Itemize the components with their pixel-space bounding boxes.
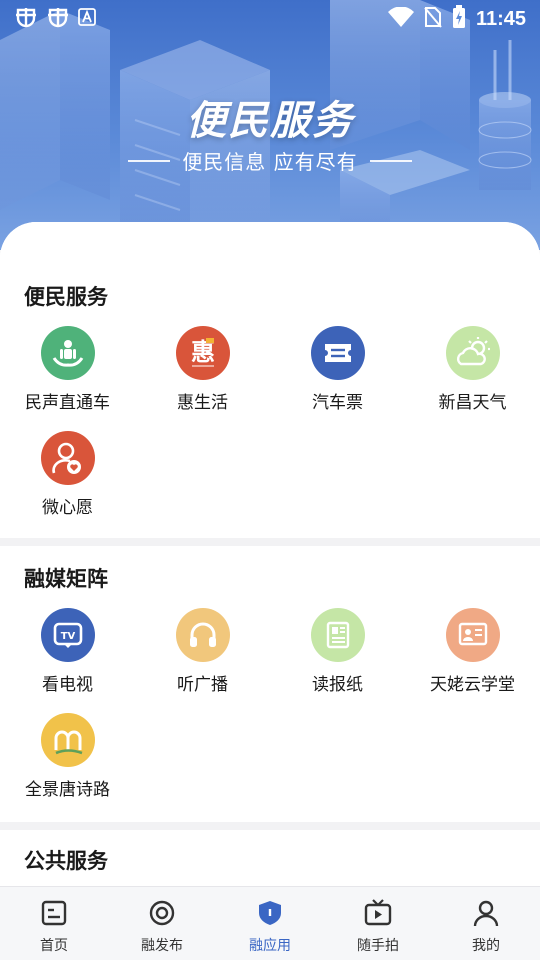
classroom-board-icon — [445, 608, 500, 662]
headphones-icon — [175, 608, 230, 662]
tab-label: 首页 — [40, 938, 68, 954]
tab-apps[interactable]: 融应用 — [216, 887, 324, 960]
bus-ticket-icon — [310, 326, 365, 380]
tv-icon: TV — [40, 608, 95, 662]
section-divider — [0, 538, 540, 546]
grid-item-bus-ticket[interactable]: 汽车票 — [270, 326, 405, 413]
section-public-services: 公共服务 — [0, 830, 540, 886]
hero-banner: 11:45 便民服务 便民信息 应有尽有 — [0, 0, 540, 250]
grid-item-minsheng[interactable]: 民声直通车 — [0, 326, 135, 413]
status-bar: 11:45 — [0, 0, 540, 38]
status-time: 11:45 — [475, 7, 526, 30]
home-doc-icon — [40, 899, 68, 931]
grid-item-huishenghuo[interactable]: 惠 惠生活 — [135, 326, 270, 413]
section-title: 便民服务 — [24, 285, 108, 309]
grid-item-label: 读报纸 — [312, 675, 363, 695]
grid-item-label: 听广播 — [177, 675, 228, 695]
no-sim-icon — [424, 6, 442, 32]
grid-item-tang-poetry-road[interactable]: 全景唐诗路 — [0, 713, 135, 800]
accessibility-a-icon — [78, 8, 96, 30]
divider-line — [369, 159, 412, 162]
grid-item-label: 民声直通车 — [25, 393, 110, 413]
grid-item-label: 看电视 — [42, 675, 93, 695]
tab-home[interactable]: 首页 — [0, 887, 108, 960]
grid-item-wish[interactable]: 微心愿 — [0, 431, 135, 518]
bug-icon — [46, 6, 70, 32]
tab-label: 我的 — [472, 938, 500, 954]
tab-snapshot[interactable]: 随手拍 — [324, 887, 432, 960]
section-convenience: 便民服务 民声直通车 惠 惠生活 汽车票 新昌天气 微心愿 — [0, 222, 540, 538]
people-hands-icon — [40, 326, 95, 380]
grid-item-label: 惠生活 — [177, 393, 228, 413]
tab-label: 融应用 — [249, 938, 291, 954]
hero-subtitle-text: 便民信息 应有尽有 — [182, 150, 358, 174]
wish-person-heart-icon — [40, 431, 95, 485]
video-play-icon — [363, 899, 393, 931]
grid-item-label: 微心愿 — [42, 498, 93, 518]
tab-mine[interactable]: 我的 — [432, 887, 540, 960]
hero-title: 便民服务 — [186, 98, 354, 144]
grid-item-label: 天姥云学堂 — [430, 675, 515, 695]
grid-item-label: 全景唐诗路 — [25, 780, 110, 800]
grid-item-radio[interactable]: 听广播 — [135, 608, 270, 695]
section-title: 融媒矩阵 — [24, 567, 108, 591]
hui-logo-icon: 惠 — [175, 326, 230, 380]
battery-icon — [452, 5, 466, 33]
shield-icon — [256, 899, 284, 931]
section-divider — [0, 822, 540, 830]
grid-item-newspaper[interactable]: 读报纸 — [270, 608, 405, 695]
newspaper-icon — [310, 608, 365, 662]
divider-line — [128, 159, 171, 162]
user-icon — [472, 899, 500, 931]
bug-icon — [14, 6, 38, 32]
tab-publish[interactable]: 融发布 — [108, 887, 216, 960]
section-title: 公共服务 — [24, 849, 108, 873]
media-grid: TV 看电视 听广播 读报纸 天姥云学堂 全景唐诗路 — [0, 608, 540, 800]
tab-label: 融发布 — [141, 938, 183, 954]
weather-sun-cloud-icon — [445, 326, 500, 380]
grid-item-classroom[interactable]: 天姥云学堂 — [405, 608, 540, 695]
content-panel[interactable]: 便民服务 民声直通车 惠 惠生活 汽车票 新昌天气 微心愿 融媒矩阵 TV 看电… — [0, 222, 540, 886]
grid-item-tv[interactable]: TV 看电视 — [0, 608, 135, 695]
grid-item-label: 新昌天气 — [438, 393, 507, 413]
grid-item-weather[interactable]: 新昌天气 — [405, 326, 540, 413]
target-circle-icon — [148, 899, 176, 931]
bottom-tab-bar: 首页 融发布 融应用 随手拍 我的 — [0, 886, 540, 960]
service-grid: 民声直通车 惠 惠生活 汽车票 新昌天气 微心愿 — [0, 326, 540, 518]
panorama-road-icon — [40, 713, 95, 767]
hero-subtitle: 便民信息 应有尽有 — [0, 146, 540, 175]
section-media-matrix: 融媒矩阵 TV 看电视 听广播 读报纸 天姥云学堂 全景唐诗路 — [0, 546, 540, 822]
wifi-icon — [387, 6, 414, 31]
svg-text:TV: TV — [60, 631, 75, 642]
tab-label: 随手拍 — [357, 938, 399, 954]
grid-item-label: 汽车票 — [312, 393, 363, 413]
